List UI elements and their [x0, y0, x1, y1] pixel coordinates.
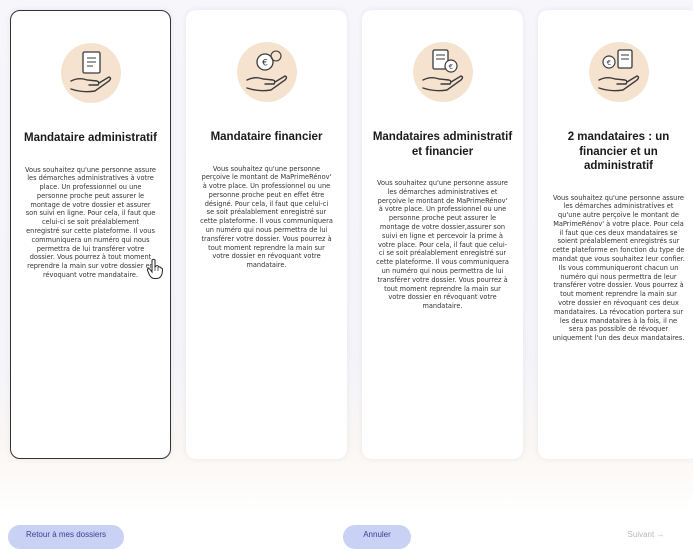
svg-text:€: €: [262, 59, 268, 69]
next-button-label: Suivant →: [627, 530, 665, 539]
card-mandataire-financier[interactable]: € Mandataire financier Vous souhaitez qu…: [186, 10, 347, 459]
cancel-button[interactable]: Annuler: [343, 525, 411, 549]
coin-hand-icon: €: [236, 42, 297, 102]
card-description: Vous souhaitez qu'une personne assure le…: [25, 165, 156, 280]
back-button-label: Retour à mes dossiers: [25, 530, 107, 539]
card-mandataires-administratif-financier[interactable]: € Mandataires administratif et financier…: [362, 10, 523, 459]
document-hand-icon: [60, 43, 121, 103]
card-title: Mandataires administratif et financier: [372, 131, 513, 158]
card-deux-mandataires[interactable]: € 2 mandataires : un financier et un adm…: [538, 10, 693, 459]
card-title: Mandataire administratif: [24, 132, 157, 144]
svg-text:€: €: [606, 59, 610, 67]
card-title: Mandataire financier: [210, 131, 323, 143]
card-mandataire-administratif[interactable]: Mandataire administratif Vous souhaitez …: [10, 10, 171, 459]
next-button[interactable]: Suivant →: [606, 525, 686, 549]
two-documents-hand-icon: €: [588, 42, 649, 102]
card-title: 2 mandataires : un financier et un admin…: [567, 131, 670, 172]
card-description: Vous souhaitez qu'une personne assure le…: [376, 179, 509, 311]
back-to-dossiers-button[interactable]: Retour à mes dossiers: [8, 525, 124, 549]
document-coin-hand-icon: €: [412, 42, 473, 102]
card-description: Vous souhaitez qu'une personne assure le…: [552, 193, 685, 343]
card-description: Vous souhaitez qu'une personne perçoive …: [200, 164, 333, 270]
hand-pointer-icon: [146, 258, 164, 279]
svg-text:€: €: [448, 63, 452, 71]
cancel-button-label: Annuler: [363, 530, 391, 539]
